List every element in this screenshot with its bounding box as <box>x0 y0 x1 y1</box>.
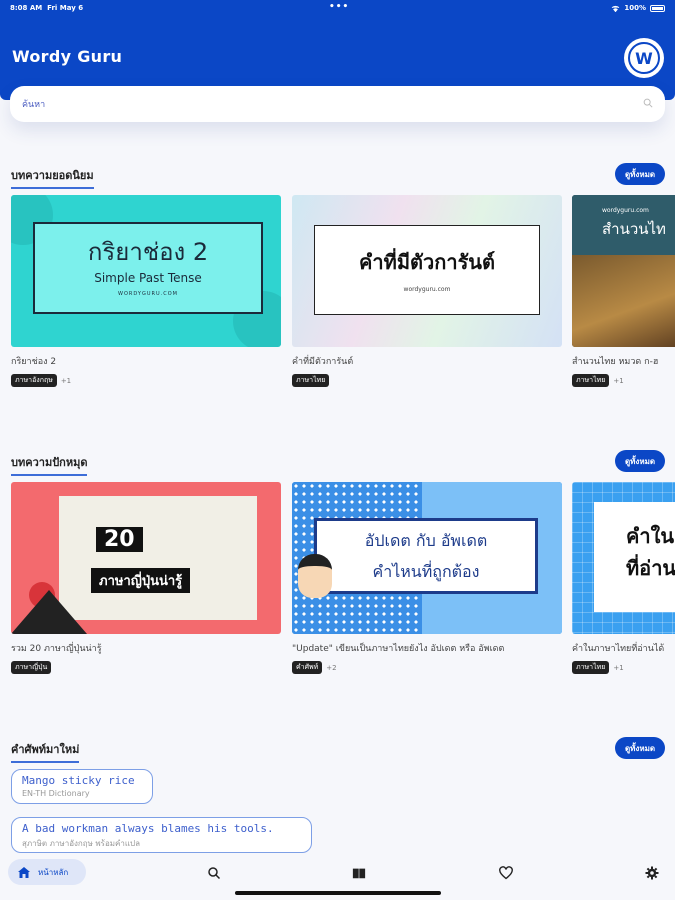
battery-percent: 100% <box>624 4 646 12</box>
more-tags-count: +1 <box>613 663 624 672</box>
app-title: Wordy Guru <box>12 47 123 66</box>
article-title[interactable]: คำที่มีตัวการันต์ <box>292 354 562 368</box>
thumbnail-banner: wordyguru.com สำนวนไท <box>572 195 675 255</box>
category-tag[interactable]: ภาษาอังกฤษ <box>11 374 57 387</box>
search-icon[interactable] <box>207 866 221 880</box>
article-title[interactable]: คำในภาษาไทยที่อ่านได้ <box>572 641 675 655</box>
more-tags-count: +1 <box>60 376 72 385</box>
category-tag[interactable]: ภาษาไทย <box>572 374 610 387</box>
article-thumbnail[interactable]: คำที่มีตัวการันต์ wordyguru.com <box>292 195 562 347</box>
article-thumbnail[interactable]: wordyguru.com สำนวนไท <box>572 195 675 347</box>
book-icon[interactable] <box>352 866 366 880</box>
thumbnail-subtitle: ที่อ่าน <box>626 556 675 580</box>
battery-icon <box>650 4 665 12</box>
thumbnail-site: wordyguru.com <box>602 207 649 214</box>
thumbnail-title: ภาษาญี่ปุ่นน่ารู้ <box>91 568 191 593</box>
article-title[interactable]: รวม 20 ภาษาญี่ปุ่นน่ารู้ <box>11 641 281 655</box>
article-thumbnail[interactable]: กริยาช่อง 2 Simple Past Tense WORDYGURU.… <box>11 195 281 347</box>
category-tag[interactable]: ภาษาไทย <box>292 374 330 387</box>
popular-section-title: บทความยอดนิยม <box>11 166 94 189</box>
article-card[interactable]: 20 ภาษาญี่ปุ่นน่ารู้ รวม 20 ภาษาญี่ปุ่นน… <box>11 482 281 674</box>
home-icon <box>18 866 30 878</box>
search-input[interactable]: ค้นหา <box>10 86 665 122</box>
search-placeholder: ค้นหา <box>22 100 46 110</box>
thumbnail-panel: กริยาช่อง 2 Simple Past Tense WORDYGURU.… <box>33 222 263 314</box>
article-card[interactable]: อัปเดต กับ อัพเดต คำไหนที่ถูกต้อง "Updat… <box>292 482 562 674</box>
heart-icon[interactable] <box>499 866 513 880</box>
logo-letter: W <box>628 42 660 74</box>
wifi-icon <box>612 5 620 12</box>
thumbnail-title: คำที่มีตัวการันต์ <box>359 250 495 274</box>
new-words-see-all-button[interactable]: ดูทั้งหมด <box>615 737 665 759</box>
thumbnail-title: อัปเดต กับ อัพเดต <box>364 531 488 550</box>
pinned-section-title: บทความปักหมุด <box>11 453 88 476</box>
word-text: Mango sticky rice <box>22 774 135 787</box>
word-text: A bad workman always blames his tools. <box>22 822 274 835</box>
gear-icon[interactable] <box>645 866 659 880</box>
multitask-dots-icon[interactable]: ••• <box>329 2 349 12</box>
thumbnail-site: WORDYGURU.COM <box>118 291 178 297</box>
status-indicators: 100% <box>611 4 665 12</box>
thumbnail-title: กริยาช่อง 2 <box>87 238 209 266</box>
search-icon <box>643 98 653 108</box>
thumbnail-site: wordyguru.com <box>403 286 451 293</box>
character-illustration <box>298 554 332 598</box>
article-thumbnail[interactable]: อัปเดต กับ อัพเดต คำไหนที่ถูกต้อง <box>292 482 562 634</box>
article-thumbnail[interactable]: 20 ภาษาญี่ปุ่นน่ารู้ <box>11 482 281 634</box>
more-tags-count: +1 <box>613 376 624 385</box>
thumbnail-subtitle: Simple Past Tense <box>94 271 202 285</box>
word-source: EN-TH Dictionary <box>22 789 90 798</box>
article-title[interactable]: "Update" เขียนเป็นภาษาไทยยังไง อัปเดต หร… <box>292 641 562 655</box>
thumbnail-title: สำนวนไท <box>602 220 666 238</box>
nav-home-label: หน้าหลัก <box>38 867 69 877</box>
thumbnail-paper <box>59 496 257 620</box>
thumbnail-panel: คำที่มีตัวการันต์ wordyguru.com <box>314 225 540 315</box>
article-thumbnail[interactable]: คำใน ที่อ่าน <box>572 482 675 634</box>
word-chip[interactable]: A bad workman always blames his tools. ส… <box>11 817 312 853</box>
article-card[interactable]: คำใน ที่อ่าน คำในภาษาไทยที่อ่านได้ ภาษาไ… <box>572 482 675 674</box>
pinned-see-all-button[interactable]: ดูทั้งหมด <box>615 450 665 472</box>
word-chip[interactable]: Mango sticky rice EN-TH Dictionary <box>11 769 153 804</box>
article-card[interactable]: คำที่มีตัวการันต์ wordyguru.com คำที่มีต… <box>292 195 562 387</box>
thumbnail-artwork <box>572 255 675 347</box>
article-title[interactable]: สำนวนไทย หมวด ก-ฮ <box>572 354 675 368</box>
thumbnail-panel: คำใน ที่อ่าน <box>594 502 675 612</box>
status-bar: 8:08 AM Fri May 6 ••• 100% <box>0 2 675 16</box>
profile-logo-button[interactable]: W <box>624 38 664 78</box>
more-tags-count: +2 <box>326 663 337 672</box>
status-time: 8:08 AM Fri May 6 <box>10 4 84 12</box>
article-card[interactable]: กริยาช่อง 2 Simple Past Tense WORDYGURU.… <box>11 195 281 387</box>
thumbnail-panel: อัปเดต กับ อัพเดต คำไหนที่ถูกต้อง <box>314 518 538 594</box>
nav-home-button[interactable]: หน้าหลัก <box>8 859 86 885</box>
app-header: 8:08 AM Fri May 6 ••• 100% Wordy Guru W <box>0 0 675 100</box>
new-words-section-title: คำศัพท์มาใหม่ <box>11 740 80 763</box>
category-tag[interactable]: คำศัพท์ <box>292 661 323 674</box>
thumbnail-title: คำใน <box>626 524 675 548</box>
mountain-shape <box>11 590 87 634</box>
category-tag[interactable]: ภาษาญี่ปุ่น <box>11 661 52 674</box>
popular-see-all-button[interactable]: ดูทั้งหมด <box>615 163 665 185</box>
word-source: สุภาษิต ภาษาอังกฤษ พร้อมคำแปล <box>22 839 141 848</box>
article-card[interactable]: wordyguru.com สำนวนไท สำนวนไทย หมวด ก-ฮ … <box>572 195 675 387</box>
home-indicator[interactable] <box>235 891 441 895</box>
thumbnail-number: 20 <box>96 527 143 552</box>
article-title[interactable]: กริยาช่อง 2 <box>11 354 281 368</box>
category-tag[interactable]: ภาษาไทย <box>572 661 610 674</box>
thumbnail-subtitle: คำไหนที่ถูกต้อง <box>372 562 480 581</box>
